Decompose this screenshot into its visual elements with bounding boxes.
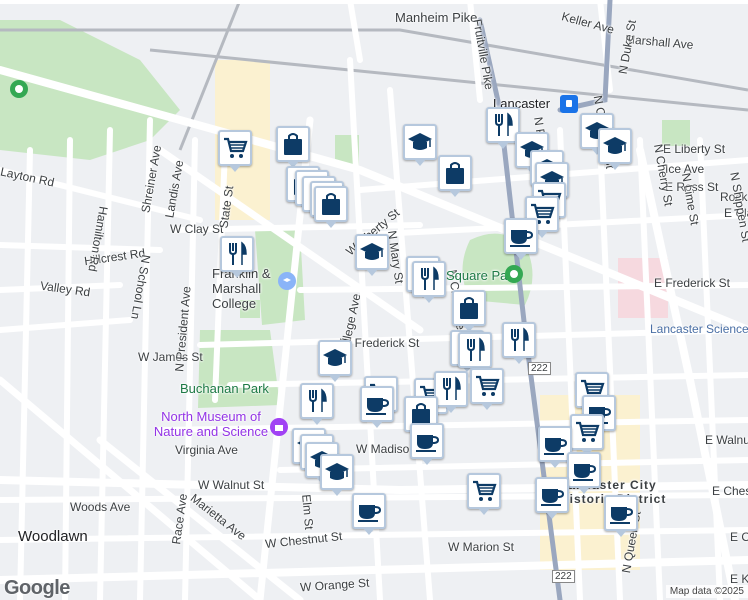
street-label: E Frederick St <box>654 276 731 290</box>
coffee-cup-icon[interactable] <box>352 493 386 535</box>
map-attribution[interactable]: Map data ©2025 <box>665 585 748 598</box>
restaurant-icon[interactable] <box>412 261 446 303</box>
street-label: E Chestnut <box>712 484 748 498</box>
coffee-cup-icon[interactable] <box>504 218 538 260</box>
restaurant-icon[interactable] <box>300 383 334 425</box>
shopping-cart-icon[interactable] <box>470 368 504 410</box>
shopping-cart-icon[interactable] <box>467 473 501 515</box>
college-poi-icon[interactable] <box>278 272 296 290</box>
restaurant-icon[interactable] <box>220 236 254 278</box>
restaurant-icon[interactable] <box>458 332 492 374</box>
train-station-icon[interactable] <box>560 95 578 113</box>
route-shield: 222 <box>552 570 575 583</box>
poi-label-museum[interactable]: North Museum of Nature and Science <box>152 409 270 439</box>
street-label: E Orange <box>730 530 748 544</box>
street-label: Elm St <box>299 493 317 531</box>
coffee-cup-icon[interactable] <box>360 386 394 428</box>
restaurant-icon[interactable] <box>434 371 468 413</box>
place-label: Lancaster Science <box>650 322 748 336</box>
street-label: W Marion St <box>448 540 515 554</box>
graduation-cap-icon[interactable] <box>598 128 632 170</box>
street-label: E King <box>730 572 748 586</box>
poi-label-buchanan-park[interactable]: Buchanan Park <box>180 381 269 396</box>
street-label: Virginia Ave <box>175 443 238 457</box>
shopping-bag-icon[interactable] <box>314 186 348 228</box>
graduation-cap-icon[interactable] <box>403 124 437 166</box>
street-label: Manheim Pike <box>395 10 478 25</box>
museum-poi-icon[interactable] <box>270 418 288 436</box>
graduation-cap-icon[interactable] <box>320 454 354 496</box>
shopping-bag-icon[interactable] <box>438 155 472 197</box>
poi-label-college[interactable]: Franklin & Marshall College <box>212 266 282 311</box>
coffee-cup-icon[interactable] <box>567 452 601 494</box>
graduation-cap-icon[interactable] <box>318 340 352 382</box>
park-poi-icon[interactable] <box>505 265 523 283</box>
shopping-bag-icon[interactable] <box>452 290 486 332</box>
coffee-cup-icon[interactable] <box>535 477 569 519</box>
street-label: E Walnut <box>705 433 748 447</box>
park-poi-icon[interactable] <box>10 80 28 98</box>
street-label: E Liberty St <box>663 142 726 156</box>
shopping-bag-icon[interactable] <box>276 126 310 168</box>
graduation-cap-icon[interactable] <box>355 234 389 276</box>
place-label: Woodlawn <box>18 528 88 545</box>
street-label: W Walnut St <box>198 478 265 492</box>
coffee-cup-icon[interactable] <box>604 495 638 537</box>
shopping-cart-icon[interactable] <box>218 130 252 172</box>
street-label: W James St <box>138 350 203 364</box>
street-label: W Clay St <box>170 222 224 236</box>
map-canvas[interactable]: Manheim Pike Keller Ave Marshall Ave Fru… <box>0 0 748 600</box>
coffee-cup-icon[interactable] <box>410 423 444 465</box>
shopping-cart-icon[interactable] <box>570 414 604 456</box>
street-label: Woods Ave <box>70 500 131 514</box>
google-logo: Google <box>4 577 70 599</box>
route-shield: 222 <box>528 362 551 375</box>
restaurant-icon[interactable] <box>502 322 536 364</box>
